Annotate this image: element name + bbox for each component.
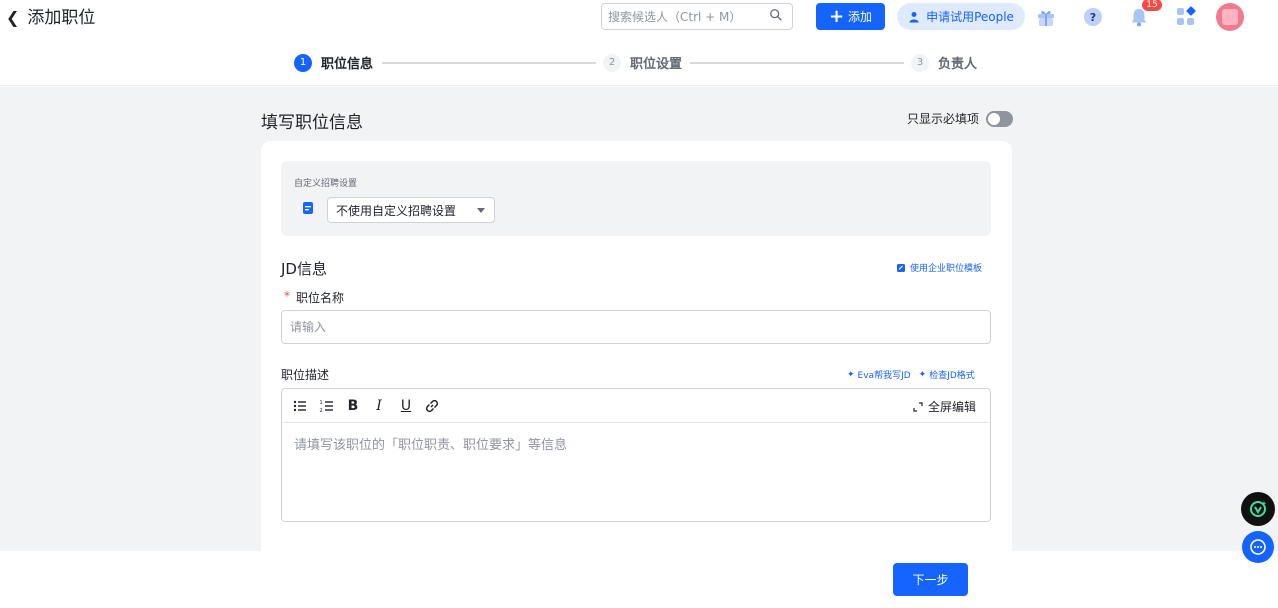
svg-text:?: ? <box>1090 11 1096 24</box>
step-connector <box>690 62 904 64</box>
numbered-list-icon[interactable]: 1 2 <box>318 397 336 415</box>
editor-placeholder: 请填写该职位的「职位职责、职位要求」等信息 <box>294 438 568 453</box>
chat-icon <box>1250 539 1266 555</box>
gift-icon[interactable] <box>1035 6 1057 28</box>
add-button[interactable]: + 添加 <box>816 3 885 30</box>
required-only-toggle-group: 只显示必填项 <box>907 110 1014 127</box>
notification-badge: 15 <box>1141 0 1163 12</box>
step-label: 职位设置 <box>630 57 683 72</box>
step-number: 2 <box>603 53 621 72</box>
chevron-left-icon: ❮ <box>6 8 20 27</box>
italic-button[interactable]: I <box>370 397 388 415</box>
custom-settings-label: 自定义招聘设置 <box>294 179 358 189</box>
step-number: 1 <box>294 53 312 72</box>
position-name-label: * 职位名称 <box>284 289 344 306</box>
toggle-label: 只显示必填项 <box>907 112 980 126</box>
step-position-info[interactable]: 1 职位信息 <box>294 53 373 72</box>
expand-icon <box>913 401 923 412</box>
chat-support-button[interactable] <box>1242 531 1274 563</box>
plus-icon: + <box>828 5 845 27</box>
sparkle-icon: ✦ <box>918 369 927 380</box>
fullscreen-edit-button[interactable]: 全屏编辑 <box>913 398 976 415</box>
check-jd-label: 检查JD格式 <box>929 371 975 381</box>
trial-people-button[interactable]: 申请试用People <box>897 3 1025 30</box>
use-template-label: 使用企业职位模板 <box>910 264 983 274</box>
toggle-knob <box>988 112 1001 125</box>
help-icon[interactable]: ? <box>1082 6 1104 28</box>
caret-down-icon <box>477 208 485 213</box>
back-button[interactable]: ❮ 添加职位 <box>6 6 95 30</box>
eva-icon <box>1250 501 1267 517</box>
eva-write-jd-label: Eva帮我写JD <box>857 371 911 381</box>
bullet-list-icon[interactable] <box>291 397 309 415</box>
document-icon <box>303 202 313 214</box>
page-title: 添加职位 <box>27 8 96 28</box>
eva-assistant-button[interactable] <box>1241 492 1275 526</box>
step-label: 职位信息 <box>321 57 374 72</box>
top-bar: ❮ 添加职位 + 添加 申请试用People ? 15 <box>0 0 1278 36</box>
avatar[interactable] <box>1216 3 1244 31</box>
fullscreen-label: 全屏编辑 <box>927 400 976 414</box>
person-icon <box>909 11 919 22</box>
link-icon[interactable] <box>423 397 441 415</box>
apps-grid-icon[interactable] <box>1175 6 1197 28</box>
bold-button[interactable]: B <box>344 397 362 415</box>
svg-text:1: 1 <box>320 400 323 406</box>
svg-text:2: 2 <box>320 408 323 414</box>
editor-toolbar: 1 2 B I U 全屏编辑 <box>282 389 990 423</box>
ai-links: ✦ Eva帮我写JD ✦ 检查JD格式 <box>847 368 975 382</box>
trial-button-label: 申请试用People <box>926 10 1014 24</box>
select-value: 不使用自定义招聘设置 <box>336 203 457 218</box>
step-connector <box>382 62 596 64</box>
search-icon[interactable] <box>769 8 783 22</box>
position-name-text: 职位名称 <box>296 291 345 305</box>
required-star: * <box>284 289 290 303</box>
section-title: 填写职位信息 <box>261 113 363 133</box>
add-button-label: 添加 <box>848 10 873 24</box>
step-owner[interactable]: 3 负责人 <box>911 53 977 72</box>
stepper: 1 职位信息 2 职位设置 3 负责人 <box>0 46 1278 86</box>
description-label: 职位描述 <box>281 368 330 382</box>
use-template-link[interactable]: 使用企业职位模板 <box>896 261 982 274</box>
underline-button[interactable]: U <box>397 397 415 415</box>
eva-write-jd-link[interactable]: ✦ Eva帮我写JD <box>847 368 911 382</box>
sparkle-icon: ✦ <box>847 369 855 380</box>
step-number: 3 <box>911 53 929 72</box>
check-jd-format-link[interactable]: ✦ 检查JD格式 <box>918 368 975 382</box>
custom-settings-select[interactable]: 不使用自定义招聘设置 <box>327 197 495 223</box>
required-only-toggle[interactable] <box>986 110 1014 127</box>
template-icon <box>897 263 905 272</box>
step-position-settings[interactable]: 2 职位设置 <box>603 53 682 72</box>
description-editor[interactable]: 1 2 B I U 全屏编辑 请填写该职位的「职位职责、职位要求」等信息 <box>281 388 991 522</box>
next-step-button[interactable]: 下一步 <box>893 563 968 596</box>
search-input[interactable] <box>608 9 768 24</box>
candidate-search[interactable] <box>601 3 793 30</box>
position-name-input[interactable] <box>281 310 991 344</box>
step-label: 负责人 <box>938 57 978 72</box>
avatar-image <box>1222 9 1238 25</box>
jd-section-title: JD信息 <box>281 260 327 278</box>
